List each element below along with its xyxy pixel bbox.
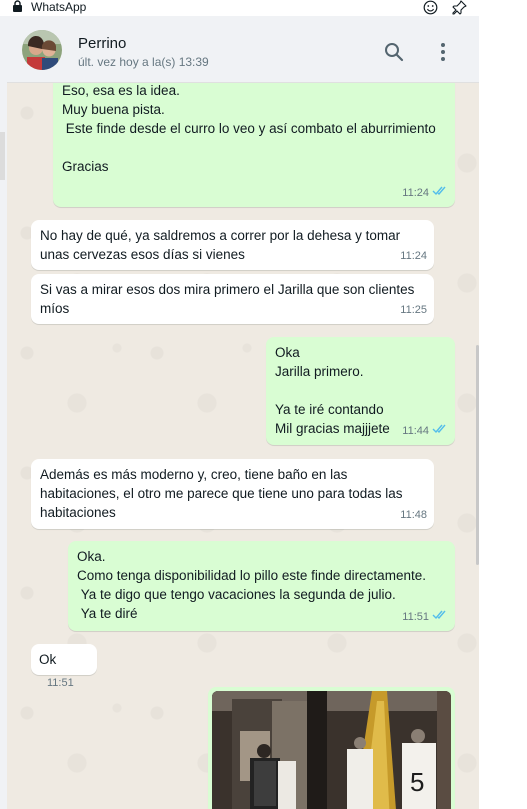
message-time: 11:25 xyxy=(400,304,427,316)
message-bubble-outgoing[interactable]: Eso, esa es la idea. Muy buena pista. Es… xyxy=(53,83,455,207)
message-time: 11:48 xyxy=(400,509,427,521)
message-meta: 11:44 xyxy=(402,422,448,441)
sidebar-edge xyxy=(0,16,7,809)
chat-header[interactable]: Perrino últ. vez hoy a la(s) 13:39 xyxy=(7,16,479,83)
menu-icon[interactable] xyxy=(440,42,446,67)
contact-name[interactable]: Perrino xyxy=(78,35,126,52)
read-receipt-icon xyxy=(432,184,448,203)
message-text: Además es más moderno y, creo, tiene bañ… xyxy=(40,467,407,520)
message-text: Si vas a mirar esos dos mira primero el … xyxy=(40,282,419,316)
last-seen-status: últ. vez hoy a la(s) 13:39 xyxy=(78,55,209,69)
message-bubble-image[interactable]: 5 xyxy=(208,687,455,809)
message-bubble-incoming[interactable]: Ok 11:51 xyxy=(31,644,97,689)
message-text: Oka. Como tenga disponibilidad lo pillo … xyxy=(77,549,426,621)
message-meta: 11:25 xyxy=(400,301,427,320)
svg-text:5: 5 xyxy=(410,767,424,797)
window-titlebar: WhatsApp xyxy=(0,0,527,16)
scrollbar[interactable] xyxy=(476,345,479,565)
message-meta: 11:24 xyxy=(402,184,448,203)
message-time: 11:44 xyxy=(402,425,429,437)
message-time: 11:24 xyxy=(402,187,429,199)
read-receipt-icon xyxy=(432,608,448,627)
message-text: No hay de qué, ya saldremos a correr por… xyxy=(40,228,404,262)
avatar[interactable] xyxy=(22,30,62,70)
app-name: WhatsApp xyxy=(31,0,87,14)
message-meta: 11:51 xyxy=(47,674,74,693)
search-icon[interactable] xyxy=(384,42,404,67)
message-bubble-outgoing[interactable]: Oka. Como tenga disponibilidad lo pillo … xyxy=(68,541,455,631)
chat-window: Perrino últ. vez hoy a la(s) 13:39 Eso, … xyxy=(7,16,479,809)
message-time: 11:51 xyxy=(402,611,429,623)
message-meta: 11:48 xyxy=(400,506,427,525)
message-text: Ok xyxy=(39,652,57,667)
message-bubble-incoming[interactable]: Si vas a mirar esos dos mira primero el … xyxy=(31,274,434,324)
message-bubble-incoming[interactable]: Además es más moderno y, creo, tiene bañ… xyxy=(31,459,434,529)
message-meta: 11:24 xyxy=(400,247,427,266)
message-time: 11:51 xyxy=(47,677,74,689)
message-bubble-outgoing[interactable]: Oka Jarilla primero. Ya te iré contando … xyxy=(266,337,455,445)
message-list[interactable]: Eso, esa es la idea. Muy buena pista. Es… xyxy=(7,83,479,809)
message-bubble-incoming[interactable]: No hay de qué, ya saldremos a correr por… xyxy=(31,220,434,270)
sidebar-edge-mark xyxy=(0,132,5,180)
message-meta: 11:51 xyxy=(402,608,448,627)
message-time: 11:24 xyxy=(400,250,427,262)
message-text: Eso, esa es la idea. Muy buena pista. Es… xyxy=(62,83,436,174)
read-receipt-icon xyxy=(432,422,448,441)
message-photo[interactable]: 5 xyxy=(212,691,451,809)
